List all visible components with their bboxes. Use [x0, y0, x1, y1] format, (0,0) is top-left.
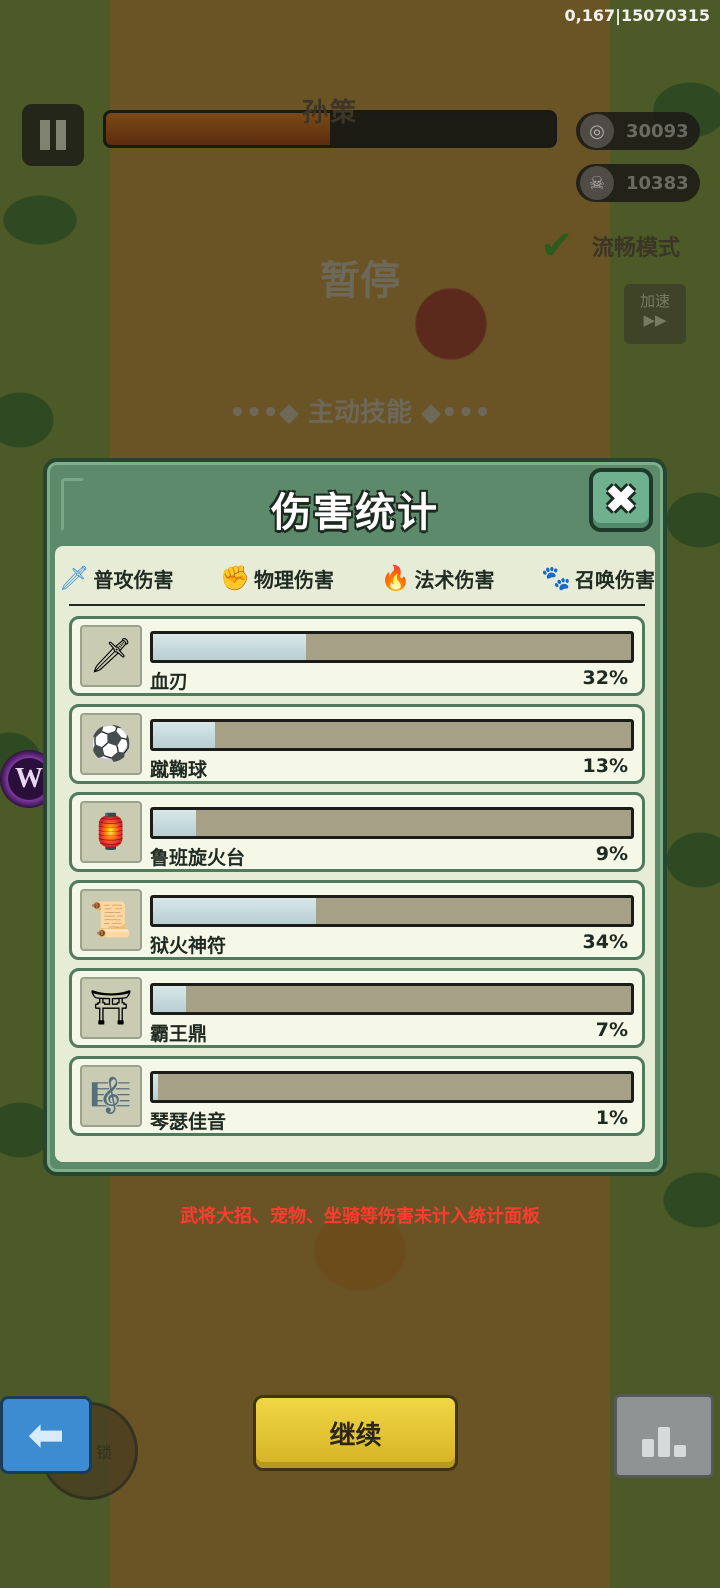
- blood-blade-icon: 🗡: [80, 625, 142, 687]
- damage-bar: [150, 719, 634, 751]
- close-button[interactable]: ✖: [589, 468, 653, 532]
- legend-label: 法术伤害: [414, 567, 495, 592]
- coin-value: 30093: [626, 120, 689, 142]
- damage-percent: 9%: [595, 843, 628, 865]
- skill-name: 蹴鞠球: [150, 759, 208, 781]
- sword-icon: 🗡: [59, 564, 90, 592]
- damage-bar-fill: [153, 634, 306, 660]
- damage-percent: 1%: [595, 1107, 628, 1129]
- damage-stats-modal: 伤害统计 ✖ 🗡 普攻伤害 ✊ 物理伤害 🔥 法术伤害 🐾 召唤伤害 🗡 血刃 …: [43, 458, 667, 1176]
- damage-percent: 34%: [582, 931, 628, 953]
- paw-icon: 🐾: [541, 564, 571, 592]
- damage-percent: 7%: [595, 1019, 628, 1041]
- boss-name: 孙策: [302, 98, 359, 128]
- damage-bar: [150, 1071, 634, 1103]
- hellfire-talisman-icon: 📜: [80, 889, 142, 951]
- damage-bar: [150, 895, 634, 927]
- podium-icon: [674, 1445, 686, 1457]
- continue-button[interactable]: 继续: [253, 1395, 458, 1471]
- podium-icon: [658, 1427, 670, 1457]
- modal-content: 🗡 普攻伤害 ✊ 物理伤害 🔥 法术伤害 🐾 召唤伤害 🗡 血刃 32% ⚽ 蹴…: [55, 546, 655, 1162]
- bronze-cauldron-icon: ⛩: [80, 977, 142, 1039]
- damage-footnote: 武将大招、宠物、坐骑等伤害未计入统计面板: [180, 1206, 540, 1227]
- coin-icon: ◎: [580, 114, 614, 148]
- damage-bar-fill: [153, 898, 316, 924]
- continue-label: 继续: [329, 1420, 382, 1451]
- damage-row: ⚽ 蹴鞠球 13%: [69, 704, 645, 784]
- back-button[interactable]: ⬅: [0, 1396, 92, 1474]
- legend-label: 物理伤害: [253, 567, 334, 592]
- legend-summon[interactable]: 🐾 召唤伤害: [541, 564, 655, 593]
- monster-sprite: [406, 280, 496, 360]
- skill-name: 鲁班旋火台: [150, 847, 246, 869]
- legend-normal-attack[interactable]: 🗡 普攻伤害: [59, 564, 173, 593]
- debug-id: 0,167|15070315: [564, 6, 710, 25]
- boss-health-fill: [106, 113, 330, 145]
- side-badge-letter: W: [15, 763, 43, 794]
- zither-icon: 🎼: [80, 1065, 142, 1127]
- active-skills-header: •••◆ 主动技能 ◆•••: [229, 398, 491, 428]
- fist-icon: ✊: [220, 564, 250, 592]
- kill-counter: ☠ 10383: [576, 164, 700, 202]
- legend-magic[interactable]: 🔥 法术伤害: [381, 564, 495, 593]
- coin-counter: ◎ 30093: [576, 112, 700, 150]
- skill-name: 霸王鼎: [150, 1023, 208, 1045]
- back-arrow-icon: ⬅: [27, 1409, 65, 1461]
- podium-icon: [642, 1439, 654, 1457]
- leaderboard-button[interactable]: [614, 1394, 714, 1478]
- damage-bar-fill: [153, 722, 216, 748]
- damage-type-legend: 🗡 普攻伤害 ✊ 物理伤害 🔥 法术伤害 🐾 召唤伤害: [59, 556, 655, 600]
- damage-row: 📜 狱火神符 34%: [69, 880, 645, 960]
- damage-percent: 13%: [582, 755, 628, 777]
- skill-name: 琴瑟佳音: [150, 1111, 227, 1133]
- damage-bar: [150, 983, 634, 1015]
- damage-list: 🗡 血刃 32% ⚽ 蹴鞠球 13% 🏮 鲁班旋火台 9% 📜 狱火神符 34%…: [69, 616, 645, 1144]
- kill-value: 10383: [626, 172, 689, 194]
- damage-row: ⛩ 霸王鼎 7%: [69, 968, 645, 1048]
- fast-forward-icon: ▶▶: [643, 311, 667, 329]
- damage-row: 🎼 琴瑟佳音 1%: [69, 1056, 645, 1136]
- divider: [69, 604, 645, 606]
- cuju-ball-icon: ⚽: [80, 713, 142, 775]
- paused-label: 暂停: [320, 258, 400, 304]
- damage-row: 🏮 鲁班旋火台 9%: [69, 792, 645, 872]
- damage-row: 🗡 血刃 32%: [69, 616, 645, 696]
- modal-title: 伤害统计: [271, 490, 439, 536]
- damage-bar: [150, 631, 634, 663]
- legend-physical[interactable]: ✊ 物理伤害: [220, 564, 334, 593]
- legend-label: 普攻伤害: [93, 567, 174, 592]
- damage-percent: 32%: [582, 667, 628, 689]
- skull-icon: ☠: [580, 166, 614, 200]
- flame-icon: 🔥: [380, 564, 411, 592]
- lock-label: 锁: [95, 1443, 112, 1462]
- fire-tower-icon: 🏮: [80, 801, 142, 863]
- damage-bar-fill: [153, 810, 197, 836]
- legend-label: 召唤伤害: [574, 567, 655, 592]
- close-icon: ✖: [604, 477, 638, 523]
- skill-name: 血刃: [150, 671, 189, 693]
- pause-button[interactable]: [22, 104, 84, 166]
- damage-bar-fill: [153, 1074, 158, 1100]
- skill-name: 狱火神符: [150, 935, 227, 957]
- damage-bar-fill: [153, 986, 187, 1012]
- damage-bar: [150, 807, 634, 839]
